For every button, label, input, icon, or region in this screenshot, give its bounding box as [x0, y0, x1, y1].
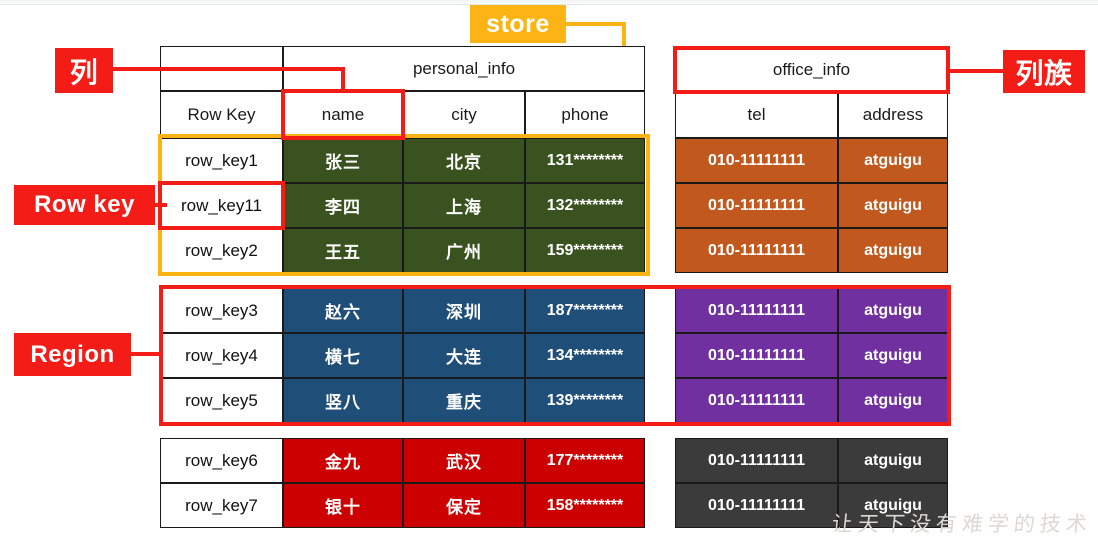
address-cell: atguigu — [838, 438, 948, 483]
row-key-highlight-outline — [158, 181, 285, 230]
tel-cell: 010-11111111 — [675, 138, 838, 183]
column-header-address: address — [838, 92, 948, 138]
column-connector-horizontal — [113, 67, 345, 71]
row-key-cell: row_key7 — [160, 483, 283, 528]
column-family-connector — [950, 69, 1004, 73]
column-header-row-key: Row Key — [160, 91, 283, 138]
address-cell: atguigu — [838, 138, 948, 183]
city-cell: 武汉 — [403, 438, 525, 483]
column-family-highlight-outline — [673, 46, 950, 94]
name-cell: 金九 — [283, 438, 403, 483]
phone-cell: 158******** — [525, 483, 645, 528]
watermark-text: 让天下没有难学的技术 — [830, 512, 1094, 536]
column-header-tel: tel — [675, 92, 838, 138]
tel-cell: 010-11111111 — [675, 438, 838, 483]
annotation-region-label: Region — [14, 333, 131, 376]
column-header-phone: phone — [525, 91, 645, 138]
hbase-table-diagram: store personal_info Row Key name city ph… — [0, 0, 1098, 541]
tel-cell: 010-11111111 — [675, 228, 838, 273]
annotation-row-key-label: Row key — [14, 185, 155, 225]
address-cell: atguigu — [838, 228, 948, 273]
store-tag: store — [470, 5, 566, 43]
name-cell: 银十 — [283, 483, 403, 528]
city-cell: 保定 — [403, 483, 525, 528]
address-cell: atguigu — [838, 183, 948, 228]
region-highlight-outline — [159, 285, 951, 426]
tel-cell: 010-11111111 — [675, 183, 838, 228]
annotation-column-label: 列 — [55, 48, 113, 93]
column-highlight-outline — [281, 89, 405, 140]
annotation-column-family-label: 列族 — [1003, 50, 1085, 93]
row-key-cell: row_key6 — [160, 438, 283, 483]
column-header-city: city — [403, 91, 525, 138]
tel-cell: 010-11111111 — [675, 483, 838, 528]
store-connector-horizontal — [566, 22, 626, 26]
phone-cell: 177******** — [525, 438, 645, 483]
